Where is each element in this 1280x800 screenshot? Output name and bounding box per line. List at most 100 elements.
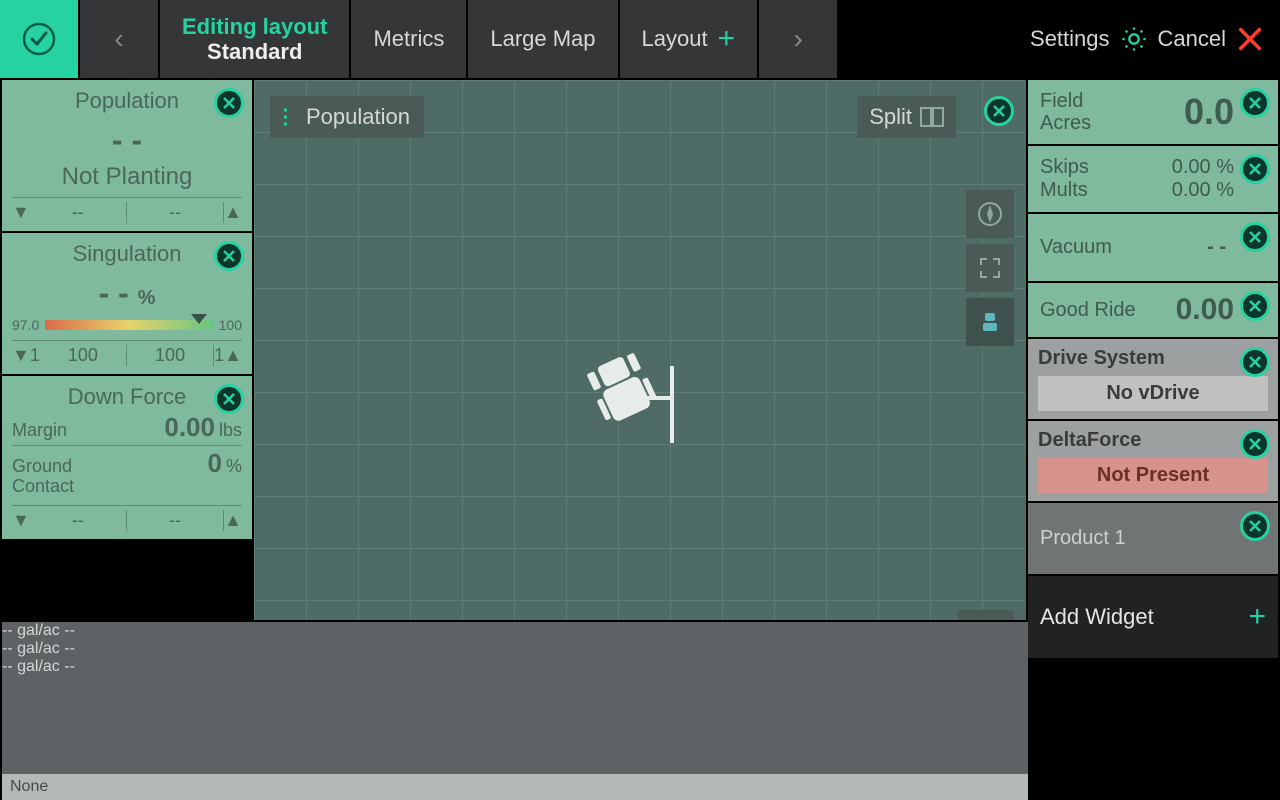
bottom-footer-label: None <box>10 778 48 796</box>
plus-icon: + <box>718 22 736 56</box>
widget-downforce[interactable]: Down Force Margin 0.00lbs Ground Contact… <box>2 376 252 539</box>
split-label: Split <box>869 104 912 130</box>
x-icon <box>1248 519 1262 533</box>
cancel-button[interactable]: Cancel <box>1158 25 1264 53</box>
liquid-rate-row-3: -- gal/ac -- <box>2 658 1028 676</box>
cancel-label: Cancel <box>1158 26 1226 52</box>
remove-widget-button[interactable] <box>1240 347 1270 377</box>
remove-widget-button[interactable] <box>214 384 244 414</box>
downforce-title: Down Force <box>12 384 242 410</box>
confirm-button[interactable] <box>0 0 78 78</box>
widget-deltaforce[interactable]: DeltaForce Not Present <box>1028 421 1278 501</box>
tractor-view-button[interactable] <box>966 298 1014 346</box>
close-icon <box>1236 25 1264 53</box>
arrow-down-icon: ▼1 <box>12 345 40 366</box>
gear-icon <box>1120 25 1148 53</box>
remove-widget-button[interactable] <box>1240 154 1270 184</box>
remove-widget-button[interactable] <box>1240 88 1270 118</box>
drive-system-label: Drive System <box>1038 347 1268 370</box>
arrow-down-icon: ▼ <box>12 510 30 531</box>
population-value: - - <box>12 122 242 159</box>
remove-widget-button[interactable] <box>214 241 244 271</box>
arrow-down-icon: ▼ <box>12 202 30 223</box>
prev-tab-button[interactable]: ‹ <box>80 0 158 78</box>
population-high: -- <box>127 202 224 223</box>
x-icon <box>1248 437 1262 451</box>
widget-drive-system[interactable]: Drive System No vDrive <box>1028 339 1278 419</box>
singulation-scale <box>45 320 212 330</box>
skips-value: 0.00 % <box>1172 156 1234 179</box>
settings-button[interactable]: Settings <box>1030 25 1148 53</box>
vacuum-label: Vacuum <box>1040 236 1112 259</box>
widget-field-acres[interactable]: Field Acres 0.0 <box>1028 80 1278 144</box>
chevron-right-icon: › <box>793 23 802 55</box>
map-split-button[interactable]: Split <box>857 96 956 138</box>
good-ride-label: Good Ride <box>1040 299 1136 322</box>
remove-widget-button[interactable] <box>1240 511 1270 541</box>
arrow-up-icon: ▲ <box>224 510 242 531</box>
skips-label: Skips <box>1040 156 1089 179</box>
arrow-up-icon: 1▲ <box>214 345 242 366</box>
x-icon <box>222 249 236 263</box>
mults-value: 0.00 % <box>1172 179 1234 202</box>
bottom-chart-panel[interactable]: -- gal/ac -- -- gal/ac -- -- gal/ac -- N… <box>2 620 1028 800</box>
ground-contact-value: 0 <box>208 448 222 478</box>
split-icon <box>920 107 944 127</box>
field-acres-value: 0.0 <box>1184 91 1234 133</box>
tab-active-line2: Standard <box>207 39 302 64</box>
compass-button[interactable] <box>966 190 1014 238</box>
product-label: Product 1 <box>1040 527 1126 549</box>
map-layer-selector[interactable]: Population <box>270 96 424 138</box>
widget-singulation[interactable]: Singulation - - % 97.0 100 ▼1 100 100 1▲ <box>2 233 252 374</box>
singulation-title: Singulation <box>12 241 242 267</box>
x-icon <box>1248 299 1262 313</box>
scale-low: 97.0 <box>12 317 39 333</box>
tab-layout[interactable]: Layout + <box>620 0 758 78</box>
population-title: Population <box>12 88 242 114</box>
tab-active-line1: Editing layout <box>182 14 327 39</box>
chevron-left-icon: ‹ <box>114 23 123 55</box>
ground-contact-label: Ground Contact <box>12 457 92 497</box>
remove-widget-button[interactable] <box>1240 429 1270 459</box>
expand-icon <box>979 257 1001 279</box>
x-icon <box>1248 230 1262 244</box>
settings-label: Settings <box>1030 26 1110 52</box>
x-icon <box>1248 96 1262 110</box>
list-icon <box>284 108 298 126</box>
remove-map-button[interactable] <box>984 96 1014 126</box>
next-tab-button[interactable]: › <box>759 0 837 78</box>
tab-large-map[interactable]: Large Map <box>468 0 617 78</box>
compass-icon <box>977 201 1003 227</box>
tab-metrics[interactable]: Metrics <box>351 0 466 78</box>
widget-product-1[interactable]: Product 1 <box>1028 503 1278 574</box>
widget-skips-mults[interactable]: Skips 0.00 % Mults 0.00 % <box>1028 146 1278 212</box>
x-icon <box>1248 355 1262 369</box>
remove-widget-button[interactable] <box>1240 291 1270 321</box>
x-icon <box>1248 162 1262 176</box>
margin-label: Margin <box>12 420 67 441</box>
remove-widget-button[interactable] <box>1240 222 1270 252</box>
good-ride-value: 0.00 <box>1176 293 1234 327</box>
tractor-marker <box>580 348 700 458</box>
widget-population[interactable]: Population - - Not Planting ▼ -- -- ▲ <box>2 80 252 231</box>
singulation-value: - - % <box>12 275 242 312</box>
tractor-icon <box>977 309 1003 335</box>
fullscreen-button[interactable] <box>966 244 1014 292</box>
widget-vacuum[interactable]: Vacuum - - <box>1028 214 1278 281</box>
remove-widget-button[interactable] <box>214 88 244 118</box>
deltaforce-status: Not Present <box>1038 458 1268 493</box>
tab-layout-label: Layout <box>642 26 708 52</box>
add-widget-button[interactable]: Add Widget + <box>1028 576 1278 658</box>
plus-icon: + <box>1248 600 1266 634</box>
tab-editing-layout[interactable]: Editing layout Standard <box>160 0 349 78</box>
drive-system-status: No vDrive <box>1038 376 1268 411</box>
mults-label: Mults <box>1040 179 1088 202</box>
deltaforce-label: DeltaForce <box>1038 429 1268 452</box>
widget-good-ride[interactable]: Good Ride 0.00 <box>1028 283 1278 337</box>
check-circle-icon <box>22 22 56 56</box>
x-icon <box>992 104 1006 118</box>
vacuum-value: - - <box>1207 236 1226 259</box>
population-status: Not Planting <box>12 163 242 191</box>
x-icon <box>222 392 236 406</box>
indicator-icon <box>191 314 207 324</box>
